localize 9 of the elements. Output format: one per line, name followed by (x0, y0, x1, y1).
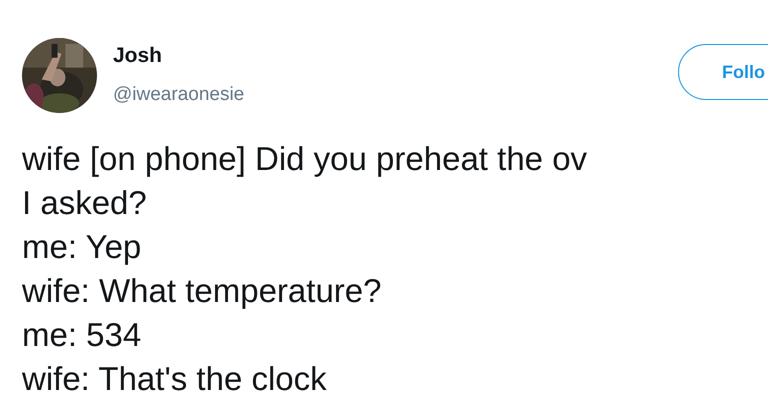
tweet-text-line: wife: What temperature? (22, 271, 382, 311)
tweet-text-line: me: Yep (22, 227, 142, 267)
author-name: Josh (113, 43, 164, 69)
tweet-text-line: wife [on phone] Did you preheat the ov (22, 139, 588, 179)
tweet-text-line: me: 534 (22, 315, 142, 355)
tweet-text-line: wife: That's the clock (22, 359, 328, 399)
author-handle: @iwearaonesie (113, 83, 244, 107)
tweet-text-line: I asked? (22, 183, 148, 223)
follow-button[interactable]: Follo (678, 44, 768, 100)
